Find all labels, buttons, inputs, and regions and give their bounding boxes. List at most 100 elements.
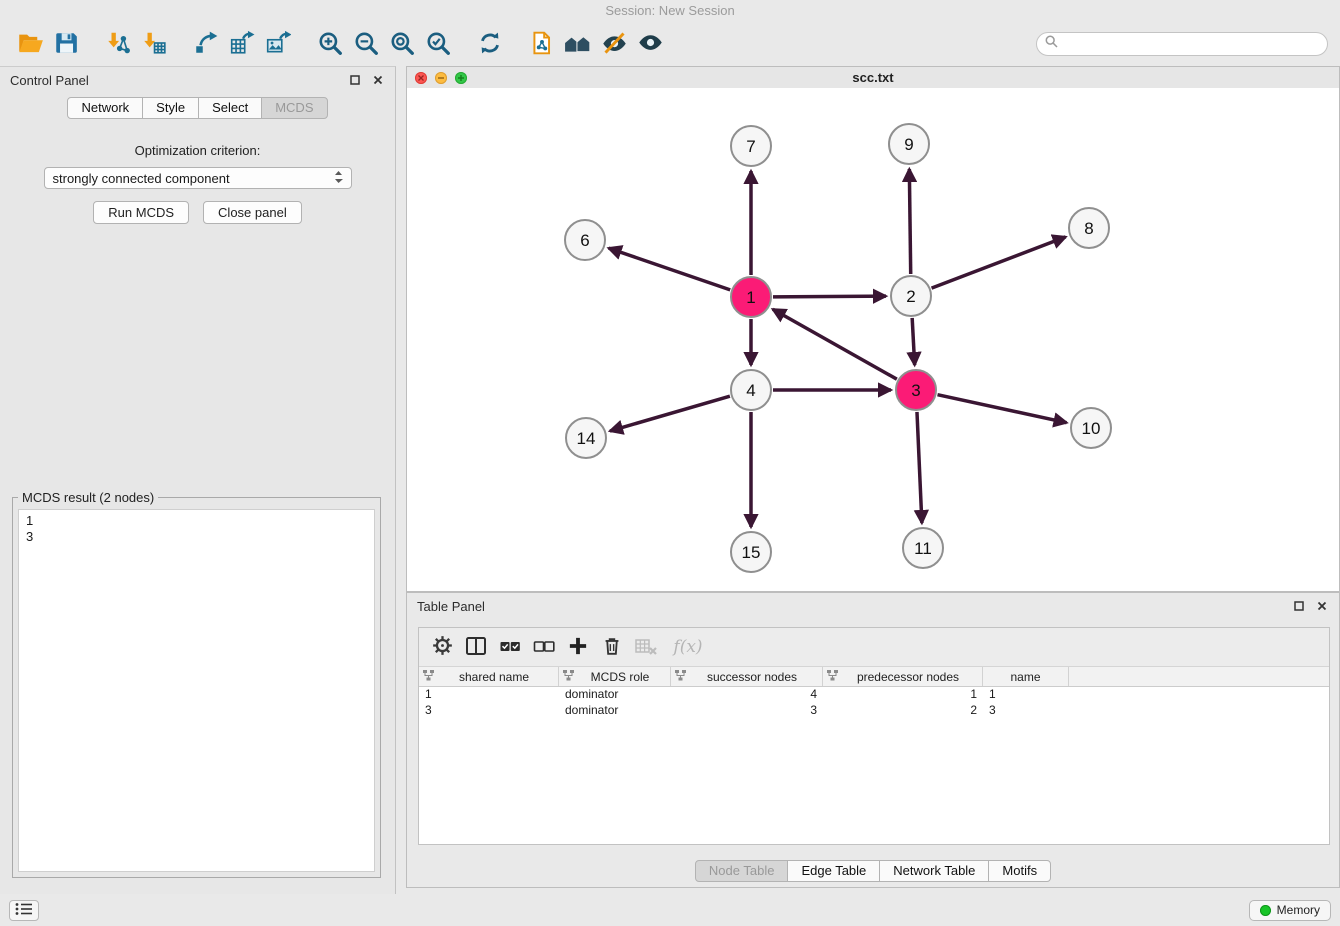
function-builder-button[interactable]: f(x) (665, 632, 711, 662)
create-column-button[interactable] (563, 632, 593, 662)
graph-edge-1-2[interactable] (773, 296, 886, 297)
table-arrow-icon (229, 30, 255, 59)
network-title: scc.txt (407, 70, 1339, 85)
zoom-fit-button[interactable] (384, 26, 420, 62)
mcds-result-textarea[interactable]: 1 3 (18, 509, 375, 872)
import-table-from-file-button[interactable] (136, 26, 172, 62)
network-window-titlebar[interactable]: scc.txt (407, 67, 1339, 89)
column-type-icon (563, 670, 574, 684)
select-spinner-icon (334, 170, 343, 187)
close-table-panel-button[interactable] (1315, 599, 1329, 613)
cell-name: 1 (983, 687, 1069, 703)
tab-network[interactable]: Network (67, 97, 143, 119)
select-all-columns-button[interactable] (495, 632, 525, 662)
optimization-criterion-select[interactable]: strongly connected component (44, 167, 352, 189)
control-panel-header: Control Panel (0, 67, 395, 93)
search-box[interactable] (1036, 32, 1328, 56)
show-details-button[interactable] (632, 26, 668, 62)
float-panel-button[interactable] (348, 73, 362, 87)
refresh-icon (477, 30, 503, 59)
close-panel-button-2[interactable]: Close panel (203, 201, 302, 224)
zoom-selected-button[interactable] (420, 26, 456, 62)
node-table-container: f(x) shared name MCDS role successor nod… (418, 627, 1330, 845)
column-header-shared-name[interactable]: shared name (419, 667, 559, 686)
column-header-predecessor-nodes[interactable]: predecessor nodes (823, 667, 983, 686)
graph-edge-3-11[interactable] (917, 412, 922, 523)
mcds-result-line: 1 (26, 513, 367, 529)
apply-layout-button[interactable] (472, 26, 508, 62)
export-image-button[interactable] (260, 26, 296, 62)
control-panel-tabs: Network Style Select MCDS (0, 97, 395, 119)
network-canvas[interactable]: 1234678910111415 (407, 88, 1339, 591)
share-network-icon (193, 30, 219, 59)
open-session-button[interactable] (12, 26, 48, 62)
tab-style[interactable]: Style (142, 97, 199, 119)
table-row[interactable]: 1 dominator 4 1 1 (419, 687, 1329, 703)
main-toolbar (0, 22, 1340, 66)
graph-edge-3-10[interactable] (937, 395, 1066, 423)
float-table-panel-button[interactable] (1292, 599, 1306, 613)
first-neighbors-button[interactable] (560, 26, 596, 62)
zoom-out-icon (353, 30, 379, 59)
style-brush-button[interactable] (596, 26, 632, 62)
memory-button[interactable]: Memory (1249, 900, 1331, 921)
tab-mcds[interactable]: MCDS (261, 97, 327, 119)
search-input[interactable] (1063, 36, 1319, 52)
graph-node-label: 9 (904, 135, 913, 154)
optimization-criterion-value: strongly connected component (53, 171, 230, 186)
zoom-out-button[interactable] (348, 26, 384, 62)
table-row[interactable]: 3 dominator 3 2 3 (419, 703, 1329, 719)
import-network-from-file-button[interactable] (100, 26, 136, 62)
import-table-icon (141, 30, 167, 59)
tab-network-table[interactable]: Network Table (879, 860, 989, 882)
check-all-icon (499, 635, 521, 660)
memory-label: Memory (1277, 903, 1320, 917)
tab-select[interactable]: Select (198, 97, 262, 119)
network-view-window: scc.txt 1234678910111415 (406, 66, 1340, 592)
delete-table-button[interactable] (631, 632, 661, 662)
minimize-window-button[interactable] (435, 72, 447, 84)
show-columns-button[interactable] (461, 632, 491, 662)
graph-edge-2-3[interactable] (912, 318, 915, 365)
mcds-result-line: 3 (26, 529, 367, 545)
status-bar: Memory (0, 894, 1340, 926)
tab-motifs[interactable]: Motifs (988, 860, 1051, 882)
close-panel-button[interactable] (371, 73, 385, 87)
zoom-in-button[interactable] (312, 26, 348, 62)
run-mcds-button[interactable]: Run MCDS (93, 201, 189, 224)
network-from-selection-button[interactable] (524, 26, 560, 62)
graph-edge-3-1[interactable] (773, 309, 897, 379)
cell-predecessor-nodes: 2 (823, 703, 983, 719)
table-panel-title: Table Panel (417, 599, 485, 614)
graph-node-label: 1 (746, 288, 755, 307)
titlebar[interactable]: Session: New Session (0, 0, 1340, 22)
save-session-button[interactable] (48, 26, 84, 62)
table-panel-tabs: Node Table Edge Table Network Table Moti… (407, 860, 1339, 882)
graph-edge-4-14[interactable] (610, 396, 730, 431)
export-table-button[interactable] (224, 26, 260, 62)
plus-icon (567, 635, 589, 660)
graph-edge-1-6[interactable] (609, 248, 731, 290)
column-header-mcds-role[interactable]: MCDS role (559, 667, 671, 686)
column-header-name[interactable]: name (983, 667, 1069, 686)
delete-column-button[interactable] (597, 632, 627, 662)
eye-icon (637, 29, 664, 59)
unselect-all-columns-button[interactable] (529, 632, 559, 662)
tab-edge-table[interactable]: Edge Table (787, 860, 880, 882)
graph-node-label: 15 (742, 543, 761, 562)
export-network-button[interactable] (188, 26, 224, 62)
brush-eye-icon (601, 29, 628, 59)
graph-edge-2-8[interactable] (932, 237, 1066, 288)
column-header-successor-nodes[interactable]: successor nodes (671, 667, 823, 686)
table-settings-button[interactable] (427, 632, 457, 662)
close-window-button[interactable] (415, 72, 427, 84)
zoom-in-icon (317, 30, 343, 59)
network-graph[interactable]: 1234678910111415 (407, 88, 1339, 591)
task-history-button[interactable] (9, 900, 39, 921)
maximize-window-button[interactable] (455, 72, 467, 84)
table-panel-header: Table Panel (407, 593, 1339, 619)
tab-node-table[interactable]: Node Table (695, 860, 789, 882)
delete-table-icon (634, 635, 658, 660)
import-network-icon (105, 30, 131, 59)
graph-edge-2-9[interactable] (909, 169, 910, 274)
